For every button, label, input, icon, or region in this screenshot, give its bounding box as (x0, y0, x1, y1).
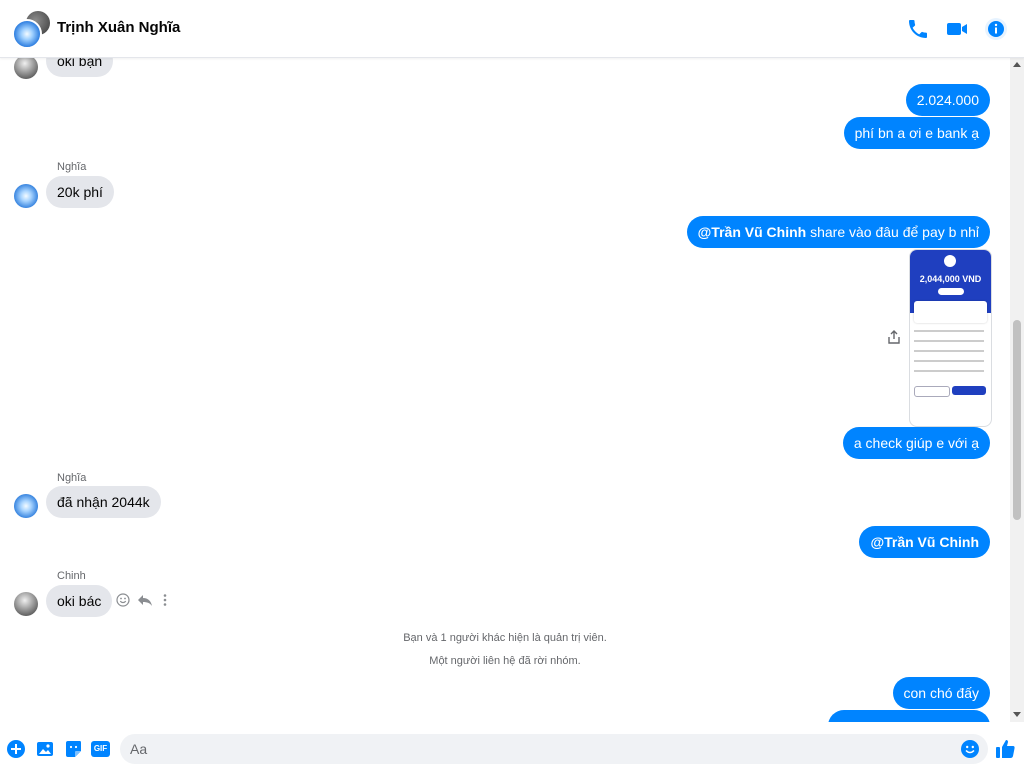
phone-icon[interactable] (906, 17, 930, 41)
outgoing-message[interactable]: 2.024.000 (905, 84, 990, 116)
success-check-icon (944, 255, 956, 267)
receipt-image-attachment[interactable]: 2,044,000 VND (909, 249, 992, 427)
message-list[interactable]: oki bạn 2.024.000 phí bn a ơi e bank ạ N… (0, 57, 1010, 722)
incoming-message[interactable]: oki bạn (46, 57, 114, 77)
like-icon[interactable] (994, 738, 1016, 760)
incoming-message[interactable]: 20k phí (46, 176, 114, 208)
receipt-line (914, 350, 984, 352)
sender-avatar[interactable] (14, 184, 38, 208)
react-icon[interactable] (116, 593, 130, 607)
receipt-pill (938, 288, 964, 295)
outgoing-message-partial[interactable] (828, 710, 990, 722)
mention[interactable]: @Trần Vũ Chinh (698, 224, 807, 240)
outgoing-message[interactable]: con chó đấy (892, 677, 990, 709)
message-text: share vào đâu để pay b nhỉ (806, 224, 979, 240)
share-icon[interactable] (886, 329, 902, 345)
scrollbar[interactable] (1010, 57, 1024, 722)
receipt-line (914, 370, 984, 372)
group-avatar[interactable] (12, 9, 52, 49)
outgoing-message[interactable]: @Trần Vũ Chinh (859, 526, 990, 558)
outgoing-message[interactable]: phí bn a ơi e bank ạ (843, 117, 990, 149)
image-icon[interactable] (36, 740, 54, 758)
scroll-down-arrow[interactable] (1013, 712, 1021, 717)
conversation-title[interactable]: Trịnh Xuân Nghĩa (57, 19, 180, 36)
plus-icon[interactable] (7, 740, 25, 758)
receipt-button (914, 386, 950, 397)
system-notice: Một người liên hệ đã rời nhóm. (429, 655, 581, 667)
receipt-line (914, 360, 984, 362)
sender-avatar[interactable] (14, 494, 38, 518)
receipt-line (914, 340, 984, 342)
member-avatar-front (12, 19, 42, 49)
receipt-button (952, 386, 986, 395)
composer-bar: GIF Aa (0, 722, 1024, 775)
outgoing-message[interactable]: @Trần Vũ Chinh share vào đâu để pay b nh… (686, 216, 990, 248)
video-call-icon[interactable] (945, 17, 969, 41)
sticker-icon[interactable] (64, 740, 82, 758)
sender-name: Nghĩa (57, 161, 87, 173)
outgoing-message[interactable]: a check giúp e với ạ (842, 427, 990, 459)
incoming-message[interactable]: đã nhận 2044k (46, 486, 161, 518)
sender-name: Chinh (57, 570, 86, 582)
reply-icon[interactable] (137, 593, 153, 607)
incoming-message[interactable]: oki bác (46, 585, 113, 617)
sender-name: Nghĩa (57, 472, 87, 484)
mention[interactable]: @Trần Vũ Chinh (870, 534, 979, 550)
receipt-amount: 2,044,000 VND (919, 274, 982, 284)
receipt-line (914, 330, 984, 332)
message-input-placeholder: Aa (130, 741, 148, 757)
system-notice: Bạn và 1 người khác hiện là quản trị viê… (403, 632, 607, 644)
more-options-icon[interactable] (161, 593, 169, 607)
emoji-icon[interactable] (961, 740, 979, 758)
scroll-up-arrow[interactable] (1013, 62, 1021, 67)
sender-avatar[interactable] (14, 592, 38, 616)
receipt-card (914, 301, 987, 323)
gif-icon[interactable]: GIF (91, 741, 110, 757)
conversation-header: Trịnh Xuân Nghĩa (0, 0, 1024, 58)
sender-avatar[interactable] (14, 57, 38, 79)
message-input[interactable]: Aa (120, 734, 988, 764)
info-icon[interactable] (984, 17, 1008, 41)
scroll-thumb[interactable] (1013, 320, 1021, 520)
